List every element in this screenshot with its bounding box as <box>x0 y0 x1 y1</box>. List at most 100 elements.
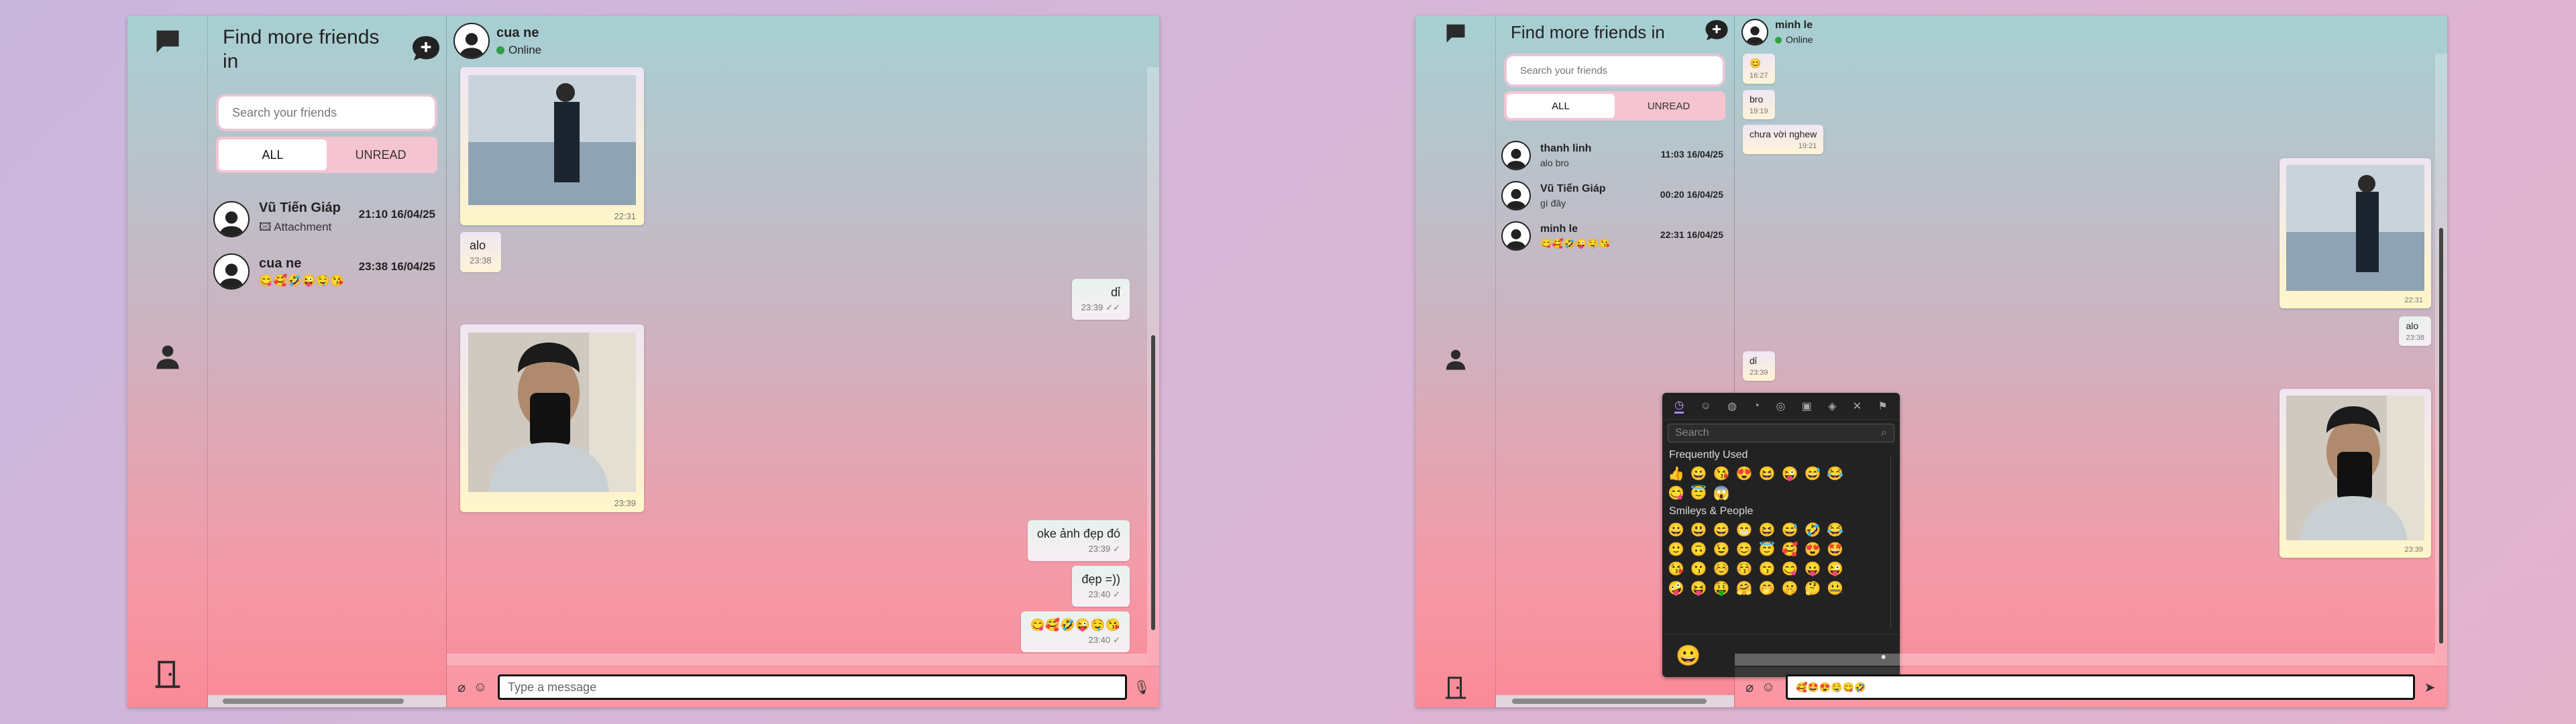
conversation-item[interactable]: Vũ Tiến Giáp gì đây 00:20 16/04/25 <box>1501 177 1729 215</box>
emoji[interactable]: 😀 <box>1690 465 1707 482</box>
emoji[interactable]: 😆 <box>1759 522 1776 538</box>
emoji[interactable]: 😇 <box>1759 541 1776 558</box>
tab-unread[interactable]: UNREAD <box>1615 94 1723 118</box>
emoji[interactable]: 😝 <box>1690 580 1707 597</box>
image-message[interactable]: 22:31 <box>460 67 644 225</box>
emoji[interactable]: 😀 <box>1668 522 1684 538</box>
emoji[interactable]: 😉 <box>1713 541 1730 558</box>
vertical-scrollbar[interactable] <box>1147 67 1159 666</box>
message-bubble-outgoing[interactable]: dỉ 23:39 ✓✓ <box>1071 279 1130 320</box>
emoji[interactable]: 😅 <box>1782 522 1799 538</box>
new-chat-icon[interactable] <box>411 35 441 62</box>
message-bubble-incoming[interactable]: bro 19:19 <box>1743 90 1775 119</box>
contact-avatar[interactable] <box>453 23 490 59</box>
logout-icon[interactable] <box>1441 673 1470 703</box>
profile-nav-icon[interactable] <box>153 342 182 371</box>
activity-icon[interactable]: ◎ <box>1776 400 1785 413</box>
emoji[interactable]: 😁 <box>1736 522 1753 538</box>
emoji[interactable]: 🤑 <box>1713 580 1730 597</box>
emoji[interactable]: 😆 <box>1759 465 1776 482</box>
emoji[interactable]: 😗 <box>1690 560 1707 577</box>
horizontal-scrollbar[interactable] <box>1735 654 2435 666</box>
emoji[interactable]: 😍 <box>1804 541 1821 558</box>
search-input[interactable]: Search your friends <box>216 94 437 131</box>
send-icon[interactable]: ➤ <box>2422 679 2438 695</box>
logout-icon[interactable] <box>153 660 182 689</box>
horizontal-scrollbar[interactable] <box>1496 695 1734 707</box>
smiley-icon[interactable]: ☺ <box>1700 400 1711 412</box>
emoji[interactable]: 🤭 <box>1759 580 1776 597</box>
emoji[interactable]: 🙂 <box>1668 541 1684 558</box>
emoji[interactable]: ☺️ <box>1713 560 1730 577</box>
image-message[interactable]: 22:31 <box>2279 158 2431 308</box>
vertical-scrollbar[interactable] <box>2435 54 2447 666</box>
emoji[interactable]: 😇 <box>1690 485 1707 501</box>
message-bubble-incoming[interactable]: chưa vời nghew 19:21 <box>1743 125 1824 154</box>
message-input[interactable]: 🥰🤩😍🤤😋🤣 <box>1786 674 2415 700</box>
travel-icon[interactable]: ▣ <box>1802 400 1812 413</box>
emoji[interactable]: 🥰 <box>1782 541 1799 558</box>
emoji[interactable]: 😘 <box>1713 465 1730 482</box>
tab-unread[interactable]: UNREAD <box>327 139 435 170</box>
search-input[interactable]: Search your friends <box>1504 54 1725 87</box>
emoji[interactable]: 🤐 <box>1827 580 1843 597</box>
horizontal-scrollbar[interactable] <box>208 695 446 707</box>
emoji[interactable]: 😙 <box>1759 560 1776 577</box>
emoji[interactable]: 😅 <box>1804 465 1821 482</box>
emoji[interactable]: 😂 <box>1827 522 1843 538</box>
emoji-scrollbar[interactable] <box>1890 455 1896 629</box>
message-bubble-incoming[interactable]: dỉ 23:39 <box>1743 351 1775 381</box>
message-bubble-outgoing[interactable]: alo 23:38 <box>2399 316 2431 346</box>
recent-icon[interactable]: ◷ <box>1674 398 1684 414</box>
emoji[interactable]: 🤔 <box>1804 580 1821 597</box>
message-bubble-outgoing[interactable]: 😋🥰🤣😜🤤😘 23:40 ✓ <box>1020 611 1130 652</box>
message-bubble-outgoing[interactable]: oke ảnh đẹp đó 23:39 ✓ <box>1027 520 1130 561</box>
message-bubble-outgoing[interactable]: đẹp =)) 23:40 ✓ <box>1072 566 1130 607</box>
emoji-icon[interactable]: ☺ <box>472 679 488 695</box>
emoji[interactable]: 😋 <box>1782 560 1799 577</box>
emoji[interactable]: 😄 <box>1713 522 1730 538</box>
emoji-search-input[interactable]: Search ⌕ <box>1668 424 1894 442</box>
flag-icon[interactable]: ⚑ <box>1878 400 1887 413</box>
emoji-icon[interactable]: ☺ <box>1760 679 1776 695</box>
conversation-item[interactable]: thanh linh alo bro 11:03 16/04/25 <box>1501 137 1729 174</box>
emoji[interactable]: 😱 <box>1713 485 1730 501</box>
food-icon[interactable]: ◔ <box>1753 400 1760 412</box>
chats-nav-icon[interactable] <box>153 27 182 56</box>
emoji[interactable]: 😃 <box>1690 522 1707 538</box>
emoji[interactable]: 😘 <box>1668 560 1684 577</box>
emoji[interactable]: 😊 <box>1736 541 1753 558</box>
attach-icon[interactable]: ⌀ <box>1741 679 1758 695</box>
conversation-item[interactable]: Vũ Tiến Giáp 🖾 Attachment 21:10 16/04/25 <box>213 198 441 240</box>
objects-icon[interactable]: ◈ <box>1828 400 1836 413</box>
emoji[interactable]: 🤪 <box>1668 580 1684 597</box>
emoji[interactable]: 😋 <box>1668 485 1684 501</box>
horizontal-scrollbar[interactable] <box>447 654 1147 666</box>
conversation-item[interactable]: cua ne 😋🥰🤣😜🤤😘 23:38 16/04/25 <box>213 251 441 292</box>
emoji[interactable]: 😛 <box>1804 560 1821 577</box>
attach-icon[interactable]: ⌀ <box>453 679 470 695</box>
profile-nav-icon[interactable] <box>1441 345 1470 374</box>
emoji[interactable]: 😜 <box>1827 560 1843 577</box>
message-input[interactable]: Type a message <box>498 674 1127 700</box>
symbols-icon[interactable]: ✕ <box>1853 400 1862 413</box>
microphone-icon[interactable]: 🎙 <box>1133 679 1150 695</box>
contact-avatar[interactable] <box>1741 19 1768 46</box>
emoji[interactable]: 🤩 <box>1827 541 1843 558</box>
emoji[interactable]: 😚 <box>1736 560 1753 577</box>
tab-all[interactable]: ALL <box>219 139 327 170</box>
message-bubble-incoming[interactable]: alo 23:38 <box>460 232 501 272</box>
conversation-item[interactable]: minh le 😋🥰🤣😜🤤😘 22:31 16/04/25 <box>1501 217 1729 255</box>
emoji[interactable]: 🤫 <box>1782 580 1799 597</box>
message-bubble-incoming[interactable]: 😊 16:27 <box>1743 54 1775 84</box>
chats-nav-icon[interactable] <box>1441 19 1470 48</box>
emoji[interactable]: 🙃 <box>1690 541 1707 558</box>
emoji[interactable]: 🤣 <box>1804 522 1821 538</box>
emoji[interactable]: 😜 <box>1782 465 1799 482</box>
emoji[interactable]: 😍 <box>1736 465 1753 482</box>
new-chat-icon[interactable] <box>1705 19 1729 42</box>
image-message[interactable]: 23:39 <box>2279 389 2431 558</box>
emoji[interactable]: 🤗 <box>1736 580 1753 597</box>
animal-icon[interactable]: ◍ <box>1727 400 1737 413</box>
tab-all[interactable]: ALL <box>1507 94 1615 118</box>
